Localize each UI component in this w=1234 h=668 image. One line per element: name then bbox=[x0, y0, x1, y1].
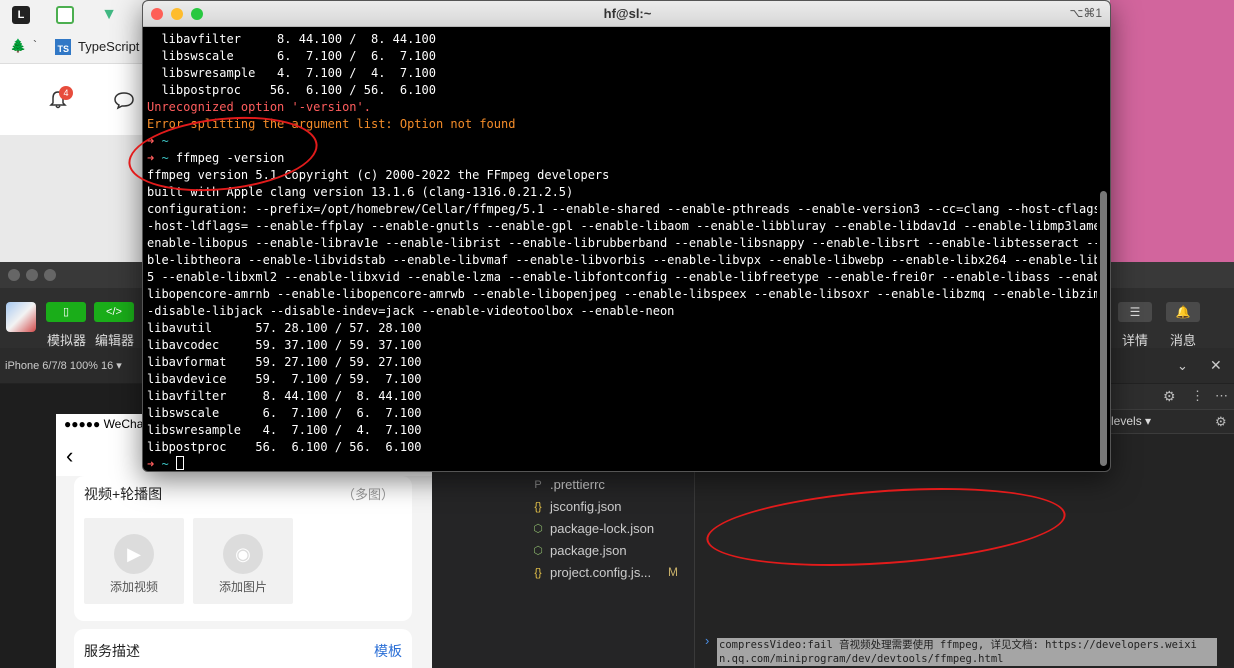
chat-icon[interactable] bbox=[113, 90, 135, 110]
add-image-label: 添加图片 bbox=[218, 580, 267, 594]
terminal-line: Unrecognized option '-version'. bbox=[147, 100, 371, 114]
close-icon[interactable]: ✕ bbox=[1210, 357, 1222, 374]
terminal-line: configuration: --prefix=/opt/homebrew/Ce… bbox=[147, 202, 1097, 216]
details-button[interactable]: ☰ bbox=[1118, 302, 1152, 322]
error-message-block: compressVideo:fail 音视频处理需要使用 ffmpeg, 详见文… bbox=[717, 638, 1217, 666]
camera-icon: ◉ bbox=[223, 534, 263, 574]
media-card-title: 视频+轮播图 bbox=[84, 486, 163, 502]
terminal-line: ble-libtheora --enable-libvidstab --enab… bbox=[147, 253, 1097, 267]
browser-window: L ▼ 🌲 ` TS TypeScript 4 bbox=[0, 0, 160, 135]
extension-bar: L ▼ bbox=[0, 0, 160, 30]
bookmarks-bar: 🌲 ` TS TypeScript bbox=[0, 30, 160, 64]
console-prompt[interactable]: › bbox=[705, 633, 709, 648]
messages-label: 消息 bbox=[1170, 333, 1197, 348]
terminal-scrollbar[interactable] bbox=[1100, 191, 1107, 466]
notification-badge: 4 bbox=[59, 86, 73, 100]
terminal-line: libpostproc 56. 6.100 / 56. 6.100 bbox=[147, 440, 422, 454]
chevron-down-icon[interactable]: ⌄ bbox=[1177, 358, 1188, 374]
gear-icon[interactable]: ⚙ bbox=[1163, 388, 1176, 405]
media-card-hint: （多图） bbox=[341, 487, 394, 502]
vue-icon[interactable]: ▼ bbox=[100, 6, 118, 24]
minimize-dot[interactable] bbox=[26, 269, 38, 281]
dock-icon[interactable]: ⋯ bbox=[1215, 388, 1228, 404]
terminal-window: hf@sl:~ ⌥⌘1 libavfilter 8. 44.100 / 8. 4… bbox=[142, 0, 1111, 472]
terminal-line: libswresample 4. 7.100 / 4. 7.100 bbox=[147, 66, 436, 80]
terminal-line: libswresample 4. 7.100 / 4. 7.100 bbox=[147, 423, 422, 437]
settings-icon[interactable]: ⚙ bbox=[1215, 414, 1227, 430]
terminal-cursor bbox=[175, 456, 184, 470]
file-icon: {} bbox=[534, 501, 542, 513]
terminal-line: ffmpeg version 5.1 Copyright (c) 2000-20… bbox=[147, 168, 610, 182]
terminal-line: ➜ ~ bbox=[147, 134, 169, 148]
file-icon: ⬡ bbox=[533, 545, 543, 557]
file-icon: P bbox=[534, 479, 542, 491]
template-link[interactable]: 模板 bbox=[374, 641, 402, 661]
terminal-titlebar: hf@sl:~ ⌥⌘1 bbox=[143, 1, 1110, 27]
background-window bbox=[1110, 0, 1234, 262]
tree-item-label: package-lock.json bbox=[550, 521, 655, 536]
error-message-line: compressVideo:fail 音视频处理需要使用 ffmpeg, 详见文… bbox=[719, 639, 1197, 651]
editor-label: 编辑器 bbox=[95, 333, 135, 348]
messages-button[interactable]: 🔔 bbox=[1166, 302, 1200, 322]
file-icon: {} bbox=[534, 567, 542, 579]
tree-item-label: project.config.js... bbox=[550, 565, 652, 580]
modified-badge: M bbox=[668, 565, 678, 579]
zoom-dot[interactable] bbox=[44, 269, 56, 281]
device-selector[interactable]: iPhone 6/7/8 100% 16 ▾ bbox=[5, 359, 122, 372]
media-card: 视频+轮播图 （多图） ▶ 添加视频 ◉ 添加图片 bbox=[74, 476, 412, 621]
details-label: 详情 bbox=[1122, 333, 1149, 348]
terminal-line: ➜ ~ bbox=[147, 456, 1097, 471]
terminal-line: libavfilter 8. 44.100 / 8. 44.100 bbox=[147, 389, 422, 403]
terminal-line: libpostproc 56. 6.100 / 56. 6.100 bbox=[147, 83, 436, 97]
bookmark-favicon-icon[interactable]: 🌲 bbox=[10, 38, 26, 54]
tree-item[interactable]: P .prettierrc bbox=[432, 474, 694, 496]
file-icon: ⬡ bbox=[533, 523, 543, 535]
add-image-button[interactable]: ◉ 添加图片 bbox=[193, 518, 293, 604]
add-video-label: 添加视频 bbox=[109, 580, 158, 594]
tree-item[interactable]: {} project.config.js... M bbox=[432, 562, 694, 584]
extension-grid-icon[interactable] bbox=[56, 6, 74, 24]
terminal-shortcut: ⌥⌘1 bbox=[1069, 6, 1102, 20]
terminal-title: hf@sl:~ bbox=[603, 6, 652, 21]
service-card: 服务描述 模板 bbox=[74, 629, 412, 668]
terminal-line: libswscale 6. 7.100 / 6. 7.100 bbox=[147, 406, 422, 420]
terminal-output[interactable]: libavfilter 8. 44.100 / 8. 44.100 libsws… bbox=[147, 31, 1097, 471]
tree-item[interactable]: ⬡ package-lock.json bbox=[432, 518, 694, 540]
typescript-icon: TS bbox=[55, 39, 71, 55]
bookmark-tick: ` bbox=[33, 38, 37, 52]
tree-item-label: .prettierrc bbox=[550, 477, 605, 492]
play-icon: ▶ bbox=[114, 534, 154, 574]
terminal-line: ➜ ~ ffmpeg -version bbox=[147, 151, 285, 165]
terminal-line: enable-libopus --enable-librav1e --enabl… bbox=[147, 236, 1097, 250]
tree-item[interactable]: ⬡ package.json bbox=[432, 540, 694, 562]
terminal-line: -disable-libjack --disable-indev=jack --… bbox=[147, 304, 675, 318]
add-video-button[interactable]: ▶ 添加视频 bbox=[84, 518, 184, 604]
more-icon[interactable]: ⋮ bbox=[1191, 388, 1204, 404]
tree-item-label: package.json bbox=[550, 543, 627, 558]
tree-item[interactable]: {} jsconfig.json bbox=[432, 496, 694, 518]
error-message-line: n.qq.com/miniprogram/dev/devtools/ffmpeg… bbox=[719, 653, 1004, 665]
tree-item-label: jsconfig.json bbox=[550, 499, 622, 514]
bookmark-typescript[interactable]: TypeScript bbox=[78, 39, 139, 54]
terminal-line: -host-ldflags= --enable-ffplay --enable-… bbox=[147, 219, 1097, 233]
terminal-line: built with Apple clang version 13.1.6 (c… bbox=[147, 185, 574, 199]
simulator-button[interactable]: ▯ bbox=[46, 302, 86, 322]
terminal-line: libavdevice 59. 7.100 / 59. 7.100 bbox=[147, 372, 422, 386]
desktop: L ▼ 🌲 ` TS TypeScript 4 ▯ 模拟器 </> 编辑器 ☰ … bbox=[0, 0, 1234, 668]
terminal-line: libavutil 57. 28.100 / 57. 28.100 bbox=[147, 321, 422, 335]
terminal-line: Error splitting the argument list: Optio… bbox=[147, 117, 516, 131]
service-card-title: 服务描述 bbox=[84, 643, 140, 659]
terminal-line: libavfilter 8. 44.100 / 8. 44.100 bbox=[147, 32, 436, 46]
terminal-line: libavcodec 59. 37.100 / 59. 37.100 bbox=[147, 338, 422, 352]
terminal-line: libopencore-amrnb --enable-libopencore-a… bbox=[147, 287, 1097, 301]
avatar[interactable] bbox=[6, 302, 36, 332]
close-dot[interactable] bbox=[8, 269, 20, 281]
terminal-line: 5 --enable-libxml2 --enable-libxvid --en… bbox=[147, 270, 1097, 284]
back-icon[interactable]: ‹ bbox=[66, 445, 73, 467]
extension-icon[interactable]: L bbox=[12, 6, 30, 24]
terminal-line: libswscale 6. 7.100 / 6. 7.100 bbox=[147, 49, 436, 63]
simulator-label: 模拟器 bbox=[47, 333, 87, 348]
terminal-line: libavformat 59. 27.100 / 59. 27.100 bbox=[147, 355, 422, 369]
editor-button[interactable]: </> bbox=[94, 302, 134, 322]
